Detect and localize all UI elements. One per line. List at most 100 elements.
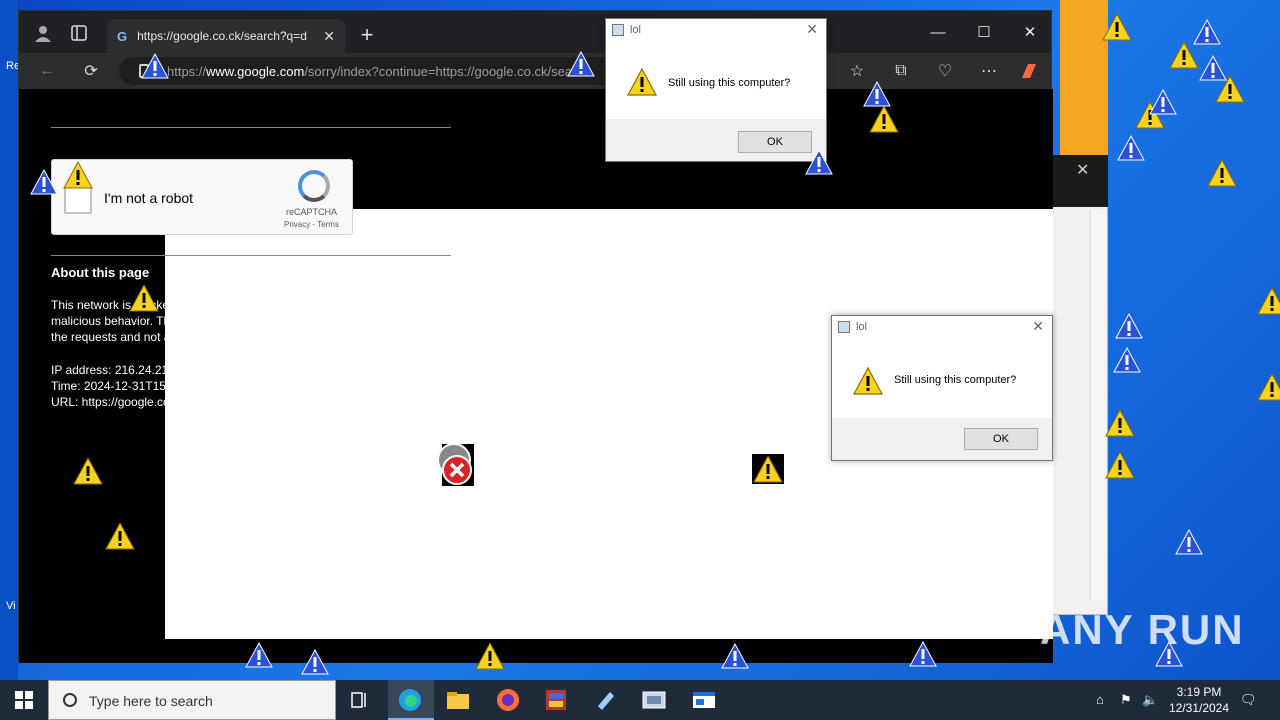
dialog-message: Still using this computer? [894,374,1017,386]
notepad-icon[interactable] [588,684,624,716]
app-icon [612,24,624,36]
tray-flag-icon[interactable]: ⚑ [1120,692,1132,708]
info-icon [1193,18,1221,45]
watermark-logo: ANY RUN [1040,606,1245,653]
dialog-titlebar: lol [606,19,826,41]
tab-title: https://google.co.ck/search?q=d [137,29,307,43]
divider [51,127,451,128]
taskbar-search[interactable]: Type here to search [48,680,336,720]
tab-actions-icon[interactable] [65,19,93,47]
info-icon [1117,134,1145,161]
info-icon [301,648,329,675]
recaptcha-widget: I'm not a robot reCAPTCHA Privacy - Term… [51,159,353,235]
warning-icon [1102,12,1132,41]
info-icon [567,50,595,77]
file-explorer-icon[interactable] [440,684,476,716]
app-icon [838,321,850,333]
desktop-icon-label[interactable]: Vi [6,600,16,612]
info-icon [805,148,833,175]
tab-close-icon[interactable]: ✕ [323,28,335,45]
profile-icon[interactable] [29,19,57,47]
desktop-icon-strip [0,0,18,680]
address-path: /sorry/index?continue=https://google.co.… [304,63,577,79]
info-icon [721,642,749,669]
taskbar: Type here to search ⌂ ⚑ 🔈 3:19 PM 12/31/… [0,680,1280,720]
dialog-lol-2: lol ✕ Still using this computer? OK [831,315,1053,461]
maximize-button[interactable]: ☐ [961,17,1007,47]
warning-icon [475,641,505,670]
request-url: URL: https://google.co.ck/search?q=dank+… [51,395,311,409]
dialog-lol-1: lol ✕ Still using this computer? OK [605,18,827,162]
new-tab-icon[interactable]: + [353,21,381,49]
browser-toolbar: ← ⟳ https://www.google.com/sorry/index?c… [19,53,1051,89]
dialog-close-icon[interactable]: ✕ [1032,318,1044,335]
recaptcha-label: I'm not a robot [104,190,194,206]
close-window-button[interactable]: ✕ [1007,17,1053,47]
info-icon [1113,346,1141,373]
ip-address: IP address: 216.24.216.49 [51,363,192,377]
edge-icon[interactable] [392,684,428,716]
warning-icon [852,366,884,395]
task-view-icon[interactable] [342,684,378,716]
refresh-icon[interactable]: ⟳ [77,57,105,85]
warning-icon [129,283,159,312]
dialog-title: lol [630,24,642,36]
info-icon [863,80,891,107]
about-text: This network is blocked due to unaddress… [51,298,440,344]
warning-icon [752,454,784,484]
recaptcha-terms-link[interactable]: Privacy - Terms [284,220,339,229]
warning-icon [73,456,103,485]
back-icon[interactable]: ← [33,57,61,85]
warning-icon [63,160,93,189]
app-window-icon[interactable] [686,684,722,716]
warning-icon [1257,286,1280,315]
dialog-close-icon[interactable]: ✕ [806,21,818,38]
health-icon[interactable]: ♡ [931,57,959,85]
info-icon [245,641,273,668]
divider [51,255,451,256]
warning-icon [1257,372,1280,401]
search-placeholder: Type here to search [89,693,213,709]
windows-logo-icon [15,691,33,709]
info-icon [1115,312,1143,339]
notifications-icon[interactable]: 🗨 [1240,692,1257,708]
warning-icon [1105,408,1135,437]
warning-icon [1207,158,1237,187]
volume-icon[interactable]: 🔈 [1142,692,1158,708]
control-panel-icon[interactable] [636,684,672,716]
tab-google-search[interactable]: G https://google.co.ck/search?q=d ✕ [107,19,345,53]
background-scrollbar[interactable] [1090,210,1106,600]
clock-date: 12/31/2024 [1168,701,1230,715]
start-button[interactable] [0,680,48,720]
warning-icon [869,104,899,133]
info-icon [30,168,58,195]
minimize-button[interactable]: — [915,17,961,47]
more-menu-icon[interactable]: ⋯ [975,57,1003,85]
error-icon [437,443,474,486]
search-icon [63,693,77,707]
info-icon [1149,88,1177,115]
about-heading: About this page [51,265,150,280]
timestamp: Time: 2024-12-31T15:18:46Z [51,379,207,393]
tab-bar: G https://google.co.ck/search?q=d ✕ + — … [19,11,1051,53]
clock-time: 3:19 PM [1176,685,1222,699]
copilot-icon[interactable] [1015,57,1043,85]
ok-button[interactable]: OK [738,131,812,153]
recaptcha-brand: reCAPTCHA [286,207,338,217]
info-icon [141,52,169,79]
system-clock[interactable]: 3:19 PM 12/31/2024 [1160,684,1238,716]
background-close-icon[interactable]: ✕ [1076,160,1089,180]
info-icon [1175,528,1203,555]
network-icon[interactable]: ⌂ [1096,692,1104,707]
warning-icon [626,67,658,96]
firefox-icon[interactable] [490,684,526,716]
dialog-title: lol [856,321,868,333]
winrar-icon[interactable] [538,684,574,716]
address-host: www.google.com [206,63,305,79]
warning-icon [105,521,135,550]
dialog-message: Still using this computer? [668,77,791,89]
warning-icon [1105,450,1135,479]
recaptcha-checkbox[interactable] [64,186,92,214]
google-icon: G [117,28,128,44]
ok-button[interactable]: OK [964,428,1038,450]
